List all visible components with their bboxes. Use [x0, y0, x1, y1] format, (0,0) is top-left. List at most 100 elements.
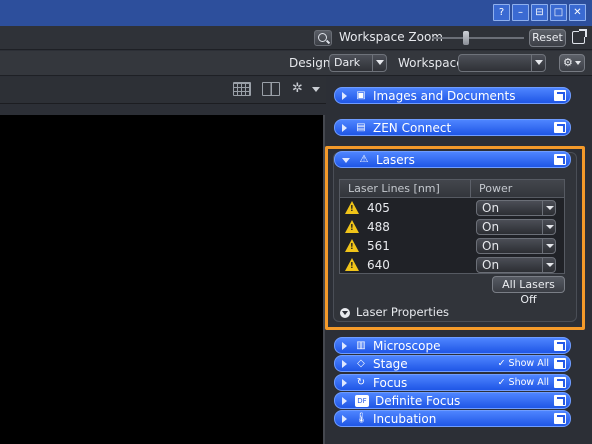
tool-label: ZEN Connect [373, 120, 452, 135]
zen-connect-icon: ▤ [356, 121, 366, 133]
power-value: On [482, 220, 500, 234]
power-select[interactable]: On [476, 219, 556, 235]
close-button[interactable]: ✕ [569, 4, 586, 21]
popout-icon[interactable] [554, 358, 566, 369]
maximize-button[interactable]: □ [550, 4, 567, 21]
tool-definite-focus[interactable]: DF Definite Focus [334, 392, 571, 409]
chevron-down-icon [542, 258, 555, 272]
laser-wavelength: 561 [367, 239, 390, 253]
popout-icon[interactable] [572, 29, 587, 44]
help-button[interactable]: ? [493, 4, 510, 21]
focus-icon: ↻ [356, 376, 366, 388]
power-value: On [482, 239, 500, 253]
all-lasers-off-button[interactable]: All Lasers Off [492, 276, 565, 306]
laser-wavelength: 488 [367, 220, 390, 234]
laser-wavelength: 405 [367, 201, 390, 215]
tool-label: Lasers [376, 152, 415, 167]
expand-arrow-icon [342, 414, 347, 423]
laser-warning-icon [345, 258, 359, 271]
popout-icon[interactable] [554, 377, 566, 388]
popout-icon[interactable] [554, 413, 566, 424]
table-row: 405 On [340, 199, 564, 217]
workspace-label: Workspace [398, 56, 464, 70]
chevron-down-icon [531, 55, 545, 71]
tool-stage[interactable]: ◇ Stage ✓ Show All [334, 355, 571, 372]
zoom-slider-handle[interactable] [463, 31, 469, 45]
stage-icon: ◇ [357, 357, 365, 369]
chevron-down-icon[interactable] [312, 87, 320, 92]
tool-incubation[interactable]: 🌡 Incubation [334, 410, 571, 427]
split-view-icon[interactable] [262, 82, 280, 96]
expand-arrow-icon [342, 396, 347, 405]
layout-button[interactable]: ⊟ [531, 4, 548, 21]
chevron-down-icon [542, 220, 555, 234]
table-header: Laser Lines [nm] Power [340, 180, 564, 198]
laser-warning-icon [345, 201, 359, 214]
tool-label: Definite Focus [375, 393, 461, 408]
power-select[interactable]: On [476, 257, 556, 273]
table-row: 561 On [340, 237, 564, 255]
expand-arrow-icon [342, 359, 347, 368]
tool-focus[interactable]: ↻ Focus ✓ Show All [334, 374, 571, 391]
table-row: 640 On [340, 256, 564, 274]
show-all-toggle[interactable]: ✓ Show All [498, 377, 549, 388]
viewer-tab-strip [0, 104, 326, 115]
laser-lines-table: Laser Lines [nm] Power 405 On 488 On 561… [339, 179, 565, 274]
chevron-down-icon [542, 201, 555, 215]
viewer-settings-icon[interactable]: ✲ [292, 81, 303, 96]
show-all-toggle[interactable]: ✓ Show All [498, 358, 549, 369]
expand-arrow-icon [342, 341, 347, 350]
laser-properties-toggle[interactable]: Laser Properties [356, 305, 449, 319]
chevron-down-icon [372, 55, 386, 71]
viewer-toolbar: ✲ [0, 77, 326, 104]
popout-icon[interactable] [554, 122, 566, 133]
tool-label: Focus [373, 375, 408, 390]
image-view[interactable] [0, 115, 325, 444]
tool-microscope[interactable]: ▥ Microscope [334, 337, 571, 354]
chevron-down-icon [575, 61, 581, 65]
zoom-slider-track[interactable] [432, 37, 524, 39]
window-controls: ? – ⊟ □ ✕ [493, 4, 586, 21]
grid-view-icon[interactable] [233, 82, 251, 96]
power-select[interactable]: On [476, 200, 556, 216]
popout-icon[interactable] [554, 340, 566, 351]
zoom-toolbar: Workspace Zoom Reset [0, 26, 592, 50]
workspace-select[interactable] [458, 54, 546, 72]
popout-icon[interactable] [554, 154, 566, 165]
tool-label: Stage [373, 356, 408, 371]
laser-icon: ⚠ [359, 153, 369, 165]
popout-icon[interactable] [554, 90, 566, 101]
power-select[interactable]: On [476, 238, 556, 254]
tool-label: Incubation [373, 411, 437, 426]
chevron-down-icon [542, 239, 555, 253]
design-select-value: Dark [334, 56, 361, 69]
laser-wavelength: 640 [367, 258, 390, 272]
design-toolbar: Design Dark Workspace [0, 51, 592, 76]
power-value: On [482, 201, 500, 215]
images-icon: ▣ [356, 89, 366, 101]
tool-zen-connect[interactable]: ▤ ZEN Connect [334, 119, 571, 136]
column-header-power: Power [479, 182, 513, 195]
definite-focus-icon: DF [355, 394, 369, 407]
magnifier-icon[interactable] [314, 30, 332, 46]
workspace-zoom-label: Workspace Zoom [339, 30, 443, 44]
tool-label: Microscope [373, 338, 441, 353]
gear-icon: ⚙ [563, 56, 573, 69]
expand-arrow-icon [342, 123, 347, 132]
reset-button[interactable]: Reset [529, 29, 566, 47]
minimize-button[interactable]: – [512, 4, 529, 21]
expand-circle-icon[interactable] [340, 308, 350, 318]
laser-warning-icon [345, 239, 359, 252]
tool-images-and-documents[interactable]: ▣ Images and Documents [334, 87, 571, 104]
tool-lasers[interactable]: ⚠ Lasers [334, 151, 571, 168]
popout-icon[interactable] [554, 395, 566, 406]
laser-warning-icon [345, 220, 359, 233]
collapse-arrow-icon [342, 158, 350, 163]
column-divider [470, 180, 471, 198]
design-select[interactable]: Dark [329, 54, 387, 72]
expand-arrow-icon [342, 378, 347, 387]
settings-menu-button[interactable]: ⚙ [559, 54, 585, 72]
tool-label: Images and Documents [373, 88, 516, 103]
thermometer-icon: 🌡 [355, 412, 368, 424]
column-header-laser-lines: Laser Lines [nm] [348, 182, 440, 195]
